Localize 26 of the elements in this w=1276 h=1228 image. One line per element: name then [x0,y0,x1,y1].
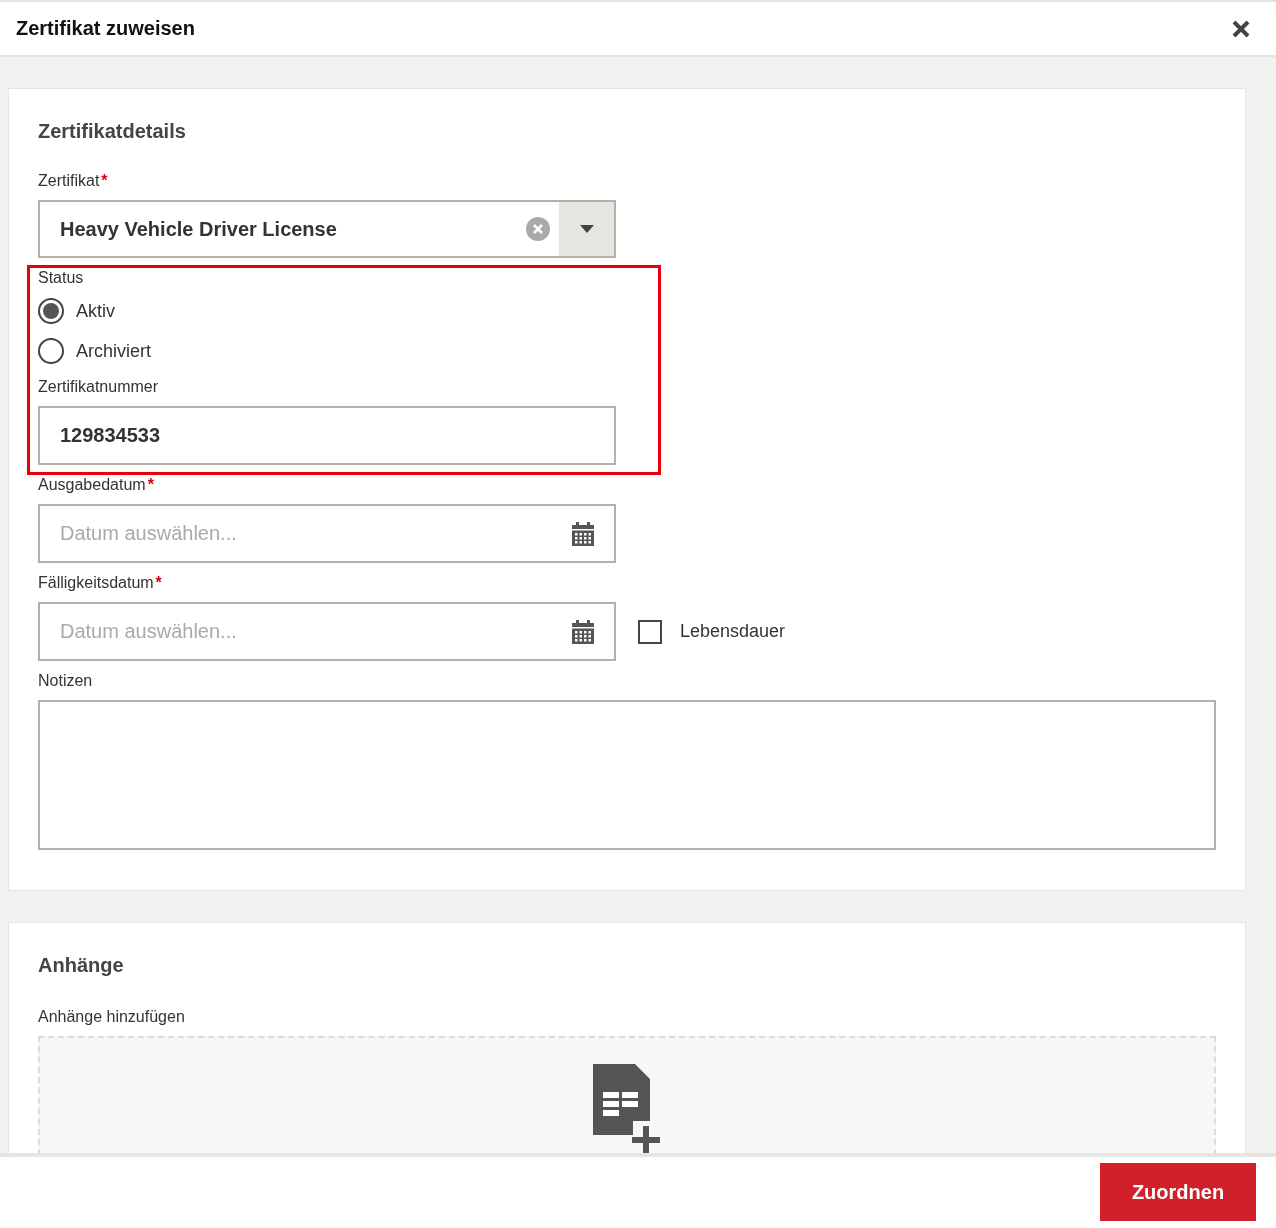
field-label: Notizen [38,671,94,691]
checkbox-icon[interactable] [638,619,662,644]
field-label: Ausgabedatum* [38,475,155,495]
radio-option[interactable]: Aktiv [38,297,115,325]
number-field[interactable]: 129834533 [38,406,616,465]
notes-field[interactable] [38,700,1216,850]
field-label: Zertifikat* [38,171,109,191]
drop-zone[interactable] [38,1036,1216,1153]
field-label: Anhänge hinzufügen [38,1007,186,1027]
close-icon [533,224,543,234]
section-heading: Zertifikatdetails [38,119,187,143]
caret-icon [579,225,594,233]
radio-icon[interactable] [38,338,64,364]
close-icon [1232,19,1250,38]
add-document-icon [593,1064,661,1153]
field-label: Zertifikatnummer [38,377,160,397]
radio-icon[interactable] [38,298,64,324]
lifetime-checkbox[interactable]: Lebensdauer [638,619,786,644]
submit-button[interactable]: Zuordnen [1100,1163,1256,1221]
calendar-icon[interactable] [572,619,594,644]
radio-option[interactable]: Archiviert [38,337,151,365]
section-heading: Anhänge [38,953,125,977]
field-label: Fälligkeitsdatum* [38,573,163,593]
field-label: Status [38,268,85,288]
dialog-title: Zertifikat zuweisen [16,17,195,40]
calendar-icon[interactable] [572,521,594,546]
